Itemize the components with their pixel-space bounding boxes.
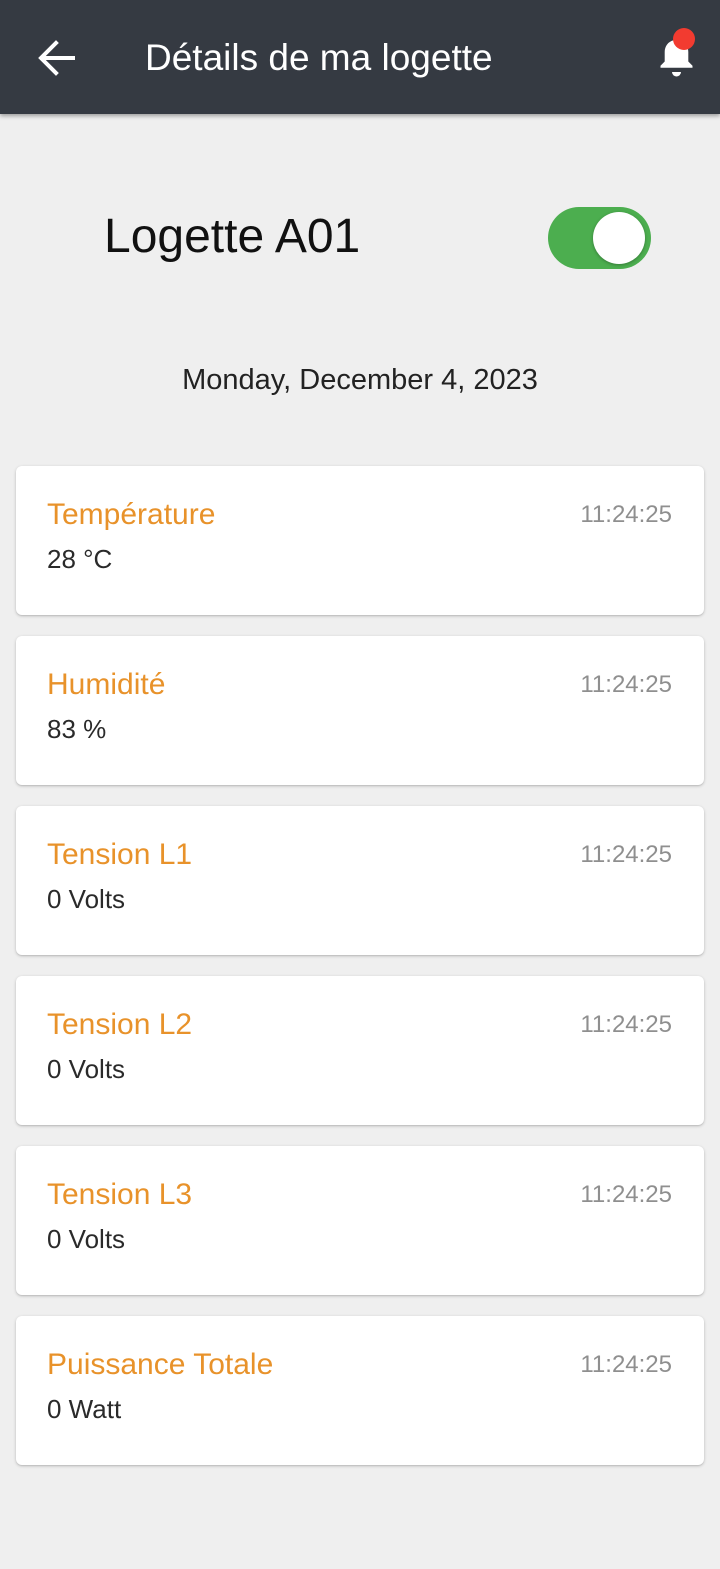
measurement-title: Température	[47, 498, 216, 531]
measurement-value: 0 Volts	[47, 1224, 126, 1254]
measurement-time: 11:24:25	[580, 501, 672, 528]
measurement-title: Tension L2	[47, 1008, 193, 1041]
measurement-title: Tension L3	[47, 1178, 193, 1211]
measurement-value: 0 Volts	[47, 884, 126, 914]
notifications-button[interactable]	[648, 28, 700, 80]
measurement-time: 11:24:25	[580, 1011, 672, 1038]
toggle-knob	[593, 212, 645, 264]
app-bar: Détails de ma logette	[0, 0, 720, 114]
notification-badge	[673, 28, 695, 50]
measurement-list: Température 28 °C 11:24:25 Humidité 83 %…	[16, 466, 704, 1486]
device-toggle[interactable]	[548, 207, 651, 269]
measurement-card-tension-l1[interactable]: Tension L1 0 Volts 11:24:25	[16, 806, 704, 955]
measurement-value: 0 Watt	[47, 1394, 122, 1424]
measurement-title: Puissance Totale	[47, 1348, 274, 1381]
measurement-time: 11:24:25	[580, 1181, 672, 1208]
measurement-time: 11:24:25	[580, 671, 672, 698]
measurement-card-humidity[interactable]: Humidité 83 % 11:24:25	[16, 636, 704, 785]
measurement-card-tension-l3[interactable]: Tension L3 0 Volts 11:24:25	[16, 1146, 704, 1295]
measurement-time: 11:24:25	[580, 841, 672, 868]
measurement-title: Tension L1	[47, 838, 193, 871]
measurement-card-total-power[interactable]: Puissance Totale 0 Watt 11:24:25	[16, 1316, 704, 1465]
measurement-value: 0 Volts	[47, 1054, 126, 1084]
device-name: Logette A01	[104, 210, 361, 263]
back-button[interactable]	[30, 34, 82, 82]
measurement-card-tension-l2[interactable]: Tension L2 0 Volts 11:24:25	[16, 976, 704, 1125]
measurement-time: 11:24:25	[580, 1351, 672, 1378]
measurement-value: 28 °C	[47, 544, 113, 574]
page-title: Détails de ma logette	[145, 37, 493, 78]
measurement-title: Humidité	[47, 668, 166, 701]
measurement-value: 83 %	[47, 714, 107, 744]
measurement-card-temperature[interactable]: Température 28 °C 11:24:25	[16, 466, 704, 615]
date-label: Monday, December 4, 2023	[182, 364, 538, 396]
arrow-left-icon	[38, 40, 75, 76]
